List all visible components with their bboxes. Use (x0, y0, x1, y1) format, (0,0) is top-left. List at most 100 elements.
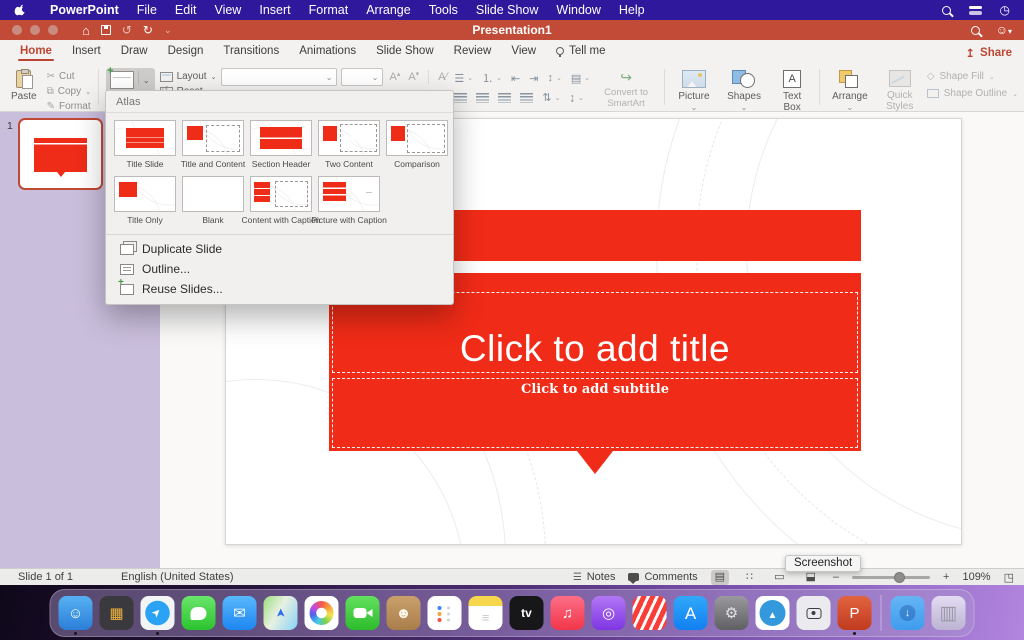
menu-item[interactable]: PowerPoint (41, 3, 128, 17)
dock-icon-contacts[interactable]: ☻ (387, 596, 421, 630)
menu-item[interactable]: View (205, 3, 250, 17)
window-close-button[interactable] (12, 25, 22, 35)
notes-button[interactable]: ☰Notes (573, 571, 616, 583)
layout-button[interactable]: Layout⌄ (160, 71, 217, 82)
columns-button[interactable]: ▤ (571, 72, 581, 85)
menu-item[interactable]: File (128, 3, 166, 17)
dock-icon-finder[interactable]: ☺ (59, 596, 93, 630)
shape-outline-button[interactable]: Shape Outline⌄ (927, 88, 1018, 99)
dock-icon-safari[interactable]: ➤ (141, 596, 175, 630)
align-right-button[interactable] (498, 93, 511, 103)
tab-animations[interactable]: Animations (289, 42, 366, 63)
cut-button[interactable]: ✂Cut (47, 71, 91, 82)
numbering-button[interactable]: ⒈ (482, 70, 493, 86)
layout-option-two-content[interactable]: Two Content (318, 120, 380, 169)
undo-icon[interactable]: ↺ (122, 23, 132, 37)
layout-option-title-slide[interactable]: Title Slide (114, 120, 176, 169)
shrink-font-button[interactable]: A▾ (406, 71, 421, 83)
dock-icon-screenshot[interactable] (797, 596, 831, 630)
menubar-clock-icon[interactable]: ◷ (1000, 4, 1010, 16)
dock-icon-downloads[interactable]: ↓ (891, 596, 925, 630)
align-text-button[interactable]: ↨ (569, 92, 575, 104)
new-slide-dropdown-arrow[interactable]: ⌄ (138, 71, 153, 85)
paste-button[interactable]: Paste (6, 68, 42, 112)
text-direction-button[interactable]: ⇅ (542, 91, 551, 104)
menu-item[interactable]: Window (547, 3, 609, 17)
menu-item[interactable]: Edit (166, 3, 206, 17)
dock-icon-messages[interactable] (182, 596, 216, 630)
tab-transitions[interactable]: Transitions (213, 42, 289, 63)
dock-icon-app-store[interactable]: A (674, 596, 708, 630)
tab-design[interactable]: Design (158, 42, 214, 63)
copy-button[interactable]: ⧉Copy⌄ (47, 86, 91, 97)
share-button[interactable]: ↥ Share (965, 46, 1012, 60)
comments-button[interactable]: Comments (628, 571, 697, 583)
window-minimize-button[interactable] (30, 25, 40, 35)
justify-button[interactable] (520, 93, 533, 103)
dock-icon-reminders[interactable] (428, 596, 462, 630)
menu-action-duplicate-slide[interactable]: Duplicate Slide (106, 239, 453, 259)
increase-indent-button[interactable]: ⇥ (529, 72, 538, 85)
tab-tell-me[interactable]: Tell me (546, 42, 615, 63)
dock-icon-podcasts[interactable]: ◎ (592, 596, 626, 630)
layout-option-title-only[interactable]: Title Only (114, 176, 176, 225)
shape-fill-button[interactable]: ◇Shape Fill⌄ (927, 71, 1018, 82)
menu-item[interactable]: Tools (420, 3, 467, 17)
picture-button[interactable]: Picture ⌄ (672, 68, 716, 115)
control-center-icon[interactable] (969, 6, 982, 15)
align-center-button[interactable] (476, 93, 489, 103)
dock-icon-maps[interactable]: ➤ (264, 596, 298, 630)
menu-item[interactable]: Format (300, 3, 358, 17)
arrange-button[interactable]: Arrange ⌄ (827, 68, 873, 115)
zoom-slider[interactable] (852, 576, 930, 579)
format-painter-button[interactable]: ✎Format (47, 101, 91, 112)
window-zoom-button[interactable] (48, 25, 58, 35)
menu-item[interactable]: Insert (250, 3, 299, 17)
apple-logo-icon[interactable] (14, 4, 27, 17)
dock-icon-apple-tv[interactable]: tv (510, 596, 544, 630)
layout-option-content-with-caption[interactable]: Content with Caption (250, 176, 312, 225)
layout-option-blank[interactable]: Blank (182, 176, 244, 225)
zoom-in-button[interactable]: + (943, 571, 949, 583)
decrease-indent-button[interactable]: ⇤ (511, 72, 520, 85)
subtitle-placeholder[interactable]: Click to add subtitle (332, 378, 858, 448)
fit-to-window-button[interactable]: ◳ (1004, 571, 1014, 584)
zoom-slider-knob[interactable] (894, 572, 905, 583)
tab-draw[interactable]: Draw (111, 42, 158, 63)
dock-icon-music[interactable]: ♫ (551, 596, 585, 630)
slideshow-button[interactable]: ▭ (770, 570, 788, 585)
zoom-out-button[interactable]: – (833, 571, 839, 583)
tab-view[interactable]: View (501, 42, 546, 63)
layout-option-section-header[interactable]: Section Header (250, 120, 312, 169)
shapes-button[interactable]: Shapes ⌄ (721, 68, 767, 115)
dock-icon-notes[interactable]: ≡ (469, 596, 503, 630)
dock-icon-news[interactable] (633, 596, 667, 630)
line-spacing-button[interactable]: ↕ (547, 72, 553, 84)
quick-styles-button[interactable]: Quick Styles (878, 68, 922, 115)
layout-option-comparison[interactable]: Comparison (386, 120, 448, 169)
titlebar-search-icon[interactable] (971, 26, 980, 35)
layout-option-picture-with-caption[interactable]: Picture with Caption (318, 176, 380, 225)
menu-action-reuse-slides[interactable]: Reuse Slides... (106, 279, 453, 299)
menu-action-outline[interactable]: Outline... (106, 259, 453, 279)
dock-icon-launchpad[interactable]: ▦ (100, 596, 134, 630)
menu-item[interactable]: Arrange (357, 3, 419, 17)
dock-icon-trash[interactable]: ▥ (932, 596, 966, 630)
layout-option-title-and-content[interactable]: Title and Content (182, 120, 244, 169)
slide-sorter-button[interactable]: ∷ (742, 570, 757, 585)
align-left-button[interactable] (454, 93, 467, 103)
convert-to-smartart-button[interactable]: ↪ Convert to SmartArt (595, 68, 657, 111)
tab-insert[interactable]: Insert (62, 42, 111, 63)
dock-icon-powerpoint[interactable]: P (838, 596, 872, 630)
tab-review[interactable]: Review (444, 42, 502, 63)
save-icon[interactable] (101, 25, 111, 35)
dock-icon-facetime[interactable] (346, 596, 380, 630)
slide-1-thumbnail[interactable] (18, 118, 103, 190)
grow-font-button[interactable]: A▴ (387, 71, 402, 83)
font-name-select[interactable]: ⌄ (221, 68, 337, 86)
dock-icon-photos[interactable] (305, 596, 339, 630)
clear-formatting-button[interactable]: A∕ (436, 71, 449, 83)
dock-icon-mountain-app[interactable]: ▲ (756, 596, 790, 630)
menubar-search-icon[interactable] (942, 6, 951, 15)
bullets-button[interactable]: ☰ (454, 72, 464, 85)
